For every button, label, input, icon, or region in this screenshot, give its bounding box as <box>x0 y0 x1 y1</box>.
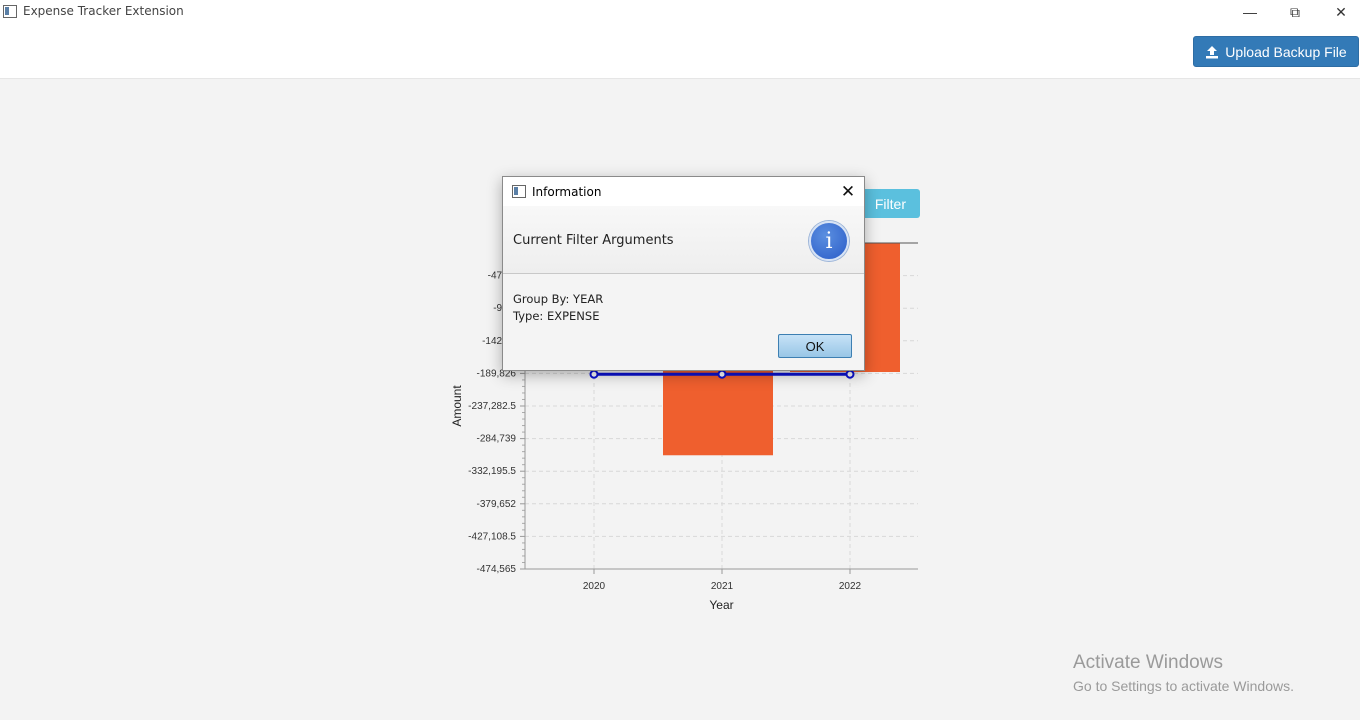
type-text: Type: EXPENSE <box>513 309 600 323</box>
window-titlebar: Expense Tracker Extension — ⧉ ✕ <box>0 0 1360 24</box>
x-tick-label: 2022 <box>839 581 862 592</box>
line-point-2020 <box>589 369 599 379</box>
dialog-titlebar: Information ✕ <box>503 177 864 206</box>
ok-button[interactable]: OK <box>778 334 852 358</box>
dialog-close-icon[interactable]: ✕ <box>837 181 859 203</box>
dialog-header-text: Current Filter Arguments <box>513 233 674 248</box>
x-axis-title: Year <box>709 598 733 612</box>
dialog-header: Current Filter Arguments i <box>503 206 864 274</box>
app-icon <box>3 5 17 18</box>
filter-label: Filter <box>874 195 906 212</box>
restore-icon[interactable]: ⧉ <box>1272 0 1318 24</box>
filter-button[interactable]: Filter <box>856 189 920 218</box>
group-by-text: Group By: YEAR <box>513 292 604 306</box>
dialog-app-icon <box>512 185 526 198</box>
x-tick-label: 2021 <box>711 581 734 592</box>
info-icon: i <box>809 221 849 261</box>
app-header <box>0 24 1360 79</box>
activate-title: Activate Windows <box>1073 652 1223 673</box>
y-tick-label: -332,195.5 <box>468 466 516 477</box>
line-point-2022 <box>845 369 855 379</box>
x-tick-label: 2020 <box>583 581 606 592</box>
window-title: Expense Tracker Extension <box>23 4 184 18</box>
activate-subtitle: Go to Settings to activate Windows. <box>1073 678 1294 694</box>
y-tick-label: -284,739 <box>477 434 517 445</box>
y-tick-label: -237,282.5 <box>468 401 516 412</box>
dialog-title: Information <box>532 185 602 199</box>
upload-icon <box>1206 45 1219 58</box>
y-tick-label: -379,652 <box>477 499 517 510</box>
information-dialog: Information ✕ Current Filter Arguments i… <box>502 176 865 371</box>
y-tick-label: -427,108.5 <box>468 531 516 542</box>
upload-backup-label: Upload Backup File <box>1225 43 1347 60</box>
close-icon[interactable]: ✕ <box>1318 0 1360 24</box>
line-point-2021 <box>717 369 727 379</box>
minimize-icon[interactable]: — <box>1227 0 1273 24</box>
y-tick-label: -474,565 <box>477 564 517 575</box>
y-axis-title: Amount <box>450 385 464 427</box>
activate-windows-watermark: Activate Windows Go to Settings to activ… <box>1073 652 1294 694</box>
upload-backup-button[interactable]: Upload Backup File <box>1193 36 1359 67</box>
